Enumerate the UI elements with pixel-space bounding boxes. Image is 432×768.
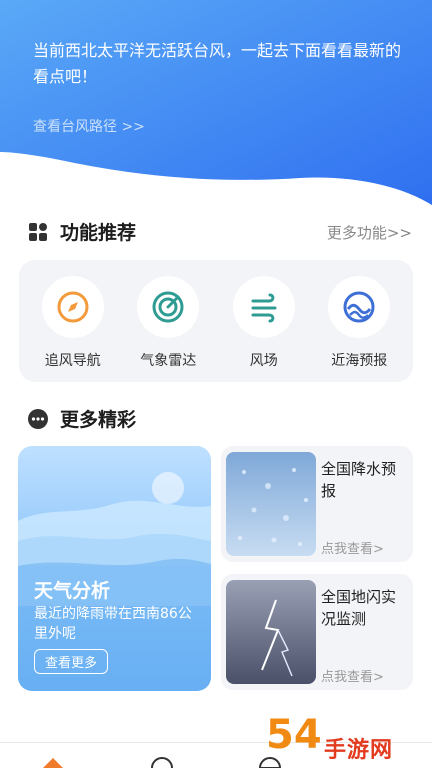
feature-label: 风场 [249, 353, 278, 369]
sea-wave-icon [328, 276, 391, 338]
hero-banner: 当前西北太平洋无活跃台风，一起去下面看看最新的看点吧！ 查看台风路径 >> [0, 0, 432, 240]
feature-section-title: 功能推荐 [60, 222, 137, 244]
precipitation-title: 全国降水预报 [321, 460, 397, 500]
lightning-link[interactable]: 点我查看> [321, 666, 384, 685]
feature-item-sea-forecast[interactable]: 近海预报 [314, 260, 404, 382]
rain-image [226, 452, 316, 556]
weather-analysis-desc: 最近的降雨带在西南86公里外呢 [34, 606, 192, 642]
grid-icon [28, 222, 48, 242]
lightning-card[interactable]: 全国地闪实况监测 点我查看> [221, 574, 413, 690]
watermark-text: 手游网 [324, 738, 394, 763]
typhoon-nav-icon[interactable] [38, 755, 68, 768]
precipitation-link[interactable]: 点我查看> [321, 538, 384, 557]
precipitation-card[interactable]: 全国降水预报 点我查看> [221, 446, 413, 562]
typhoon-route-link[interactable]: 查看台风路径 >> [33, 116, 145, 136]
more-features-link[interactable]: 更多功能>> [327, 222, 412, 243]
feature-item-radar[interactable]: 气象雷达 [123, 260, 213, 382]
feature-label: 近海预报 [331, 353, 388, 369]
weather-analysis-title: 天气分析 [34, 580, 111, 602]
more-dots-icon [28, 408, 48, 429]
lightning-image [226, 580, 316, 684]
radar-icon [137, 276, 200, 338]
lightning-title: 全国地闪实况监测 [321, 588, 397, 628]
highlights-section-header: 更多精彩 [28, 405, 136, 432]
view-more-button[interactable]: 查看更多 [34, 649, 109, 674]
watermark-number: 54 [266, 712, 322, 758]
feature-item-wind[interactable]: 风场 [219, 260, 309, 382]
feature-panel: 追风导航 气象雷达 风场 近海预报 [19, 260, 413, 382]
typhoon-status-text: 当前西北太平洋无活跃台风，一起去下面看看最新的看点吧！ [33, 41, 402, 86]
wind-icon [232, 276, 295, 338]
compass-icon [41, 276, 104, 338]
site-watermark: 54 手游网 [262, 710, 432, 768]
feature-label: 气象雷达 [140, 353, 197, 369]
feature-item-navigation[interactable]: 追风导航 [28, 260, 118, 382]
radar-nav-icon[interactable] [150, 755, 174, 768]
feature-section-header: 功能推荐 [28, 218, 136, 245]
highlights-section-title: 更多精彩 [60, 409, 137, 431]
feature-label: 追风导航 [44, 353, 101, 369]
weather-analysis-card[interactable]: 天气分析 最近的降雨带在西南86公里外呢 查看更多 [18, 446, 211, 691]
